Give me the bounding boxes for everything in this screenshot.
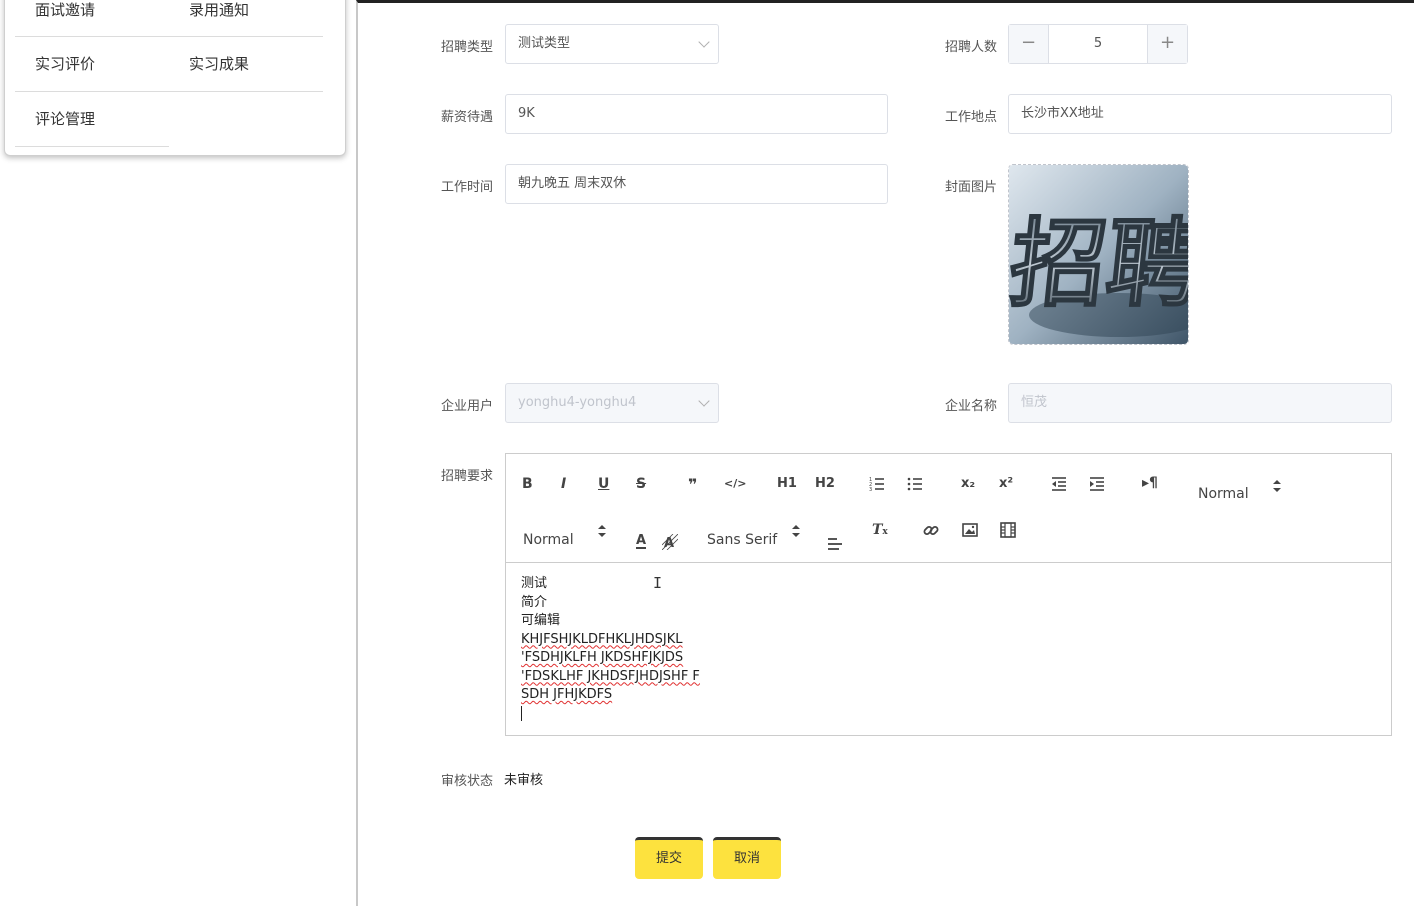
recruit-count-label: 招聘人数 — [944, 40, 997, 55]
chevron-down-icon — [698, 395, 710, 407]
editor-line: 简介 — [521, 594, 548, 610]
outdent-icon[interactable] — [1051, 476, 1067, 492]
location-label: 工作地点 — [944, 110, 997, 125]
editor-toolbar: B I U S ❞ </> H1 H2 123 x₂ x² ▸¶ Normal … — [506, 454, 1391, 563]
menu-item-internship-result[interactable]: 实习成果 — [189, 53, 249, 74]
bullet-list-icon[interactable] — [907, 476, 923, 492]
bold-button[interactable]: B — [522, 476, 533, 492]
editor-line: KHJFSHJKLDFHKLJHDSJKL — [521, 631, 683, 647]
font-select-arrows-icon — [792, 524, 800, 538]
video-icon[interactable] — [1000, 522, 1016, 538]
background-color-icon[interactable]: A — [662, 534, 678, 550]
text-caret — [521, 705, 522, 721]
submit-button[interactable]: 提交 — [635, 837, 703, 879]
h1-button[interactable]: H1 — [777, 476, 797, 491]
size-select[interactable]: Normal — [523, 532, 574, 548]
ibeam-cursor-icon: I — [653, 574, 663, 592]
pilcrow-icon: ¶ — [1149, 475, 1158, 491]
company-name-input: 恒茂 — [1008, 383, 1392, 423]
audit-label: 审核状态 — [440, 774, 493, 789]
decrement-button[interactable]: − — [1009, 25, 1049, 63]
increment-button[interactable]: + — [1147, 25, 1187, 63]
menu-divider — [15, 91, 323, 92]
h2-button[interactable]: H2 — [815, 476, 835, 491]
salary-input[interactable]: 9K — [505, 94, 888, 134]
header-select[interactable]: Normal — [1198, 486, 1249, 502]
menu-item-offer-notice[interactable]: 录用通知 — [189, 0, 249, 20]
menu-divider — [15, 36, 323, 37]
text-color-button[interactable]: A — [636, 534, 647, 549]
work-time-input[interactable]: 朝九晚五 周末双休 — [505, 164, 888, 204]
header-select-arrows-icon — [1273, 479, 1281, 493]
cover-label: 封面图片 — [944, 180, 997, 195]
size-select-arrows-icon — [598, 524, 606, 538]
font-select[interactable]: Sans Serif — [707, 532, 777, 548]
rich-text-editor: B I U S ❞ </> H1 H2 123 x₂ x² ▸¶ Normal … — [505, 453, 1392, 736]
editor-content[interactable]: 测试 简介 可编辑 KHJFSHJKLDFHKLJHDSJKL 'FSDHJKL… — [521, 575, 700, 723]
company-user-select: yonghu4-yonghu4 — [505, 383, 719, 423]
editor-line: 测试 — [521, 576, 548, 591]
editor-line: 可编辑 — [521, 613, 561, 628]
editor-line: 'FDSKLHF JKHDSFJHDJSHF F — [521, 668, 700, 684]
location-input[interactable]: 长沙市XX地址 — [1008, 94, 1392, 134]
menu-item-internship-review[interactable]: 实习评价 — [35, 53, 95, 74]
text-direction-button[interactable]: ▸¶ — [1142, 475, 1158, 491]
italic-button[interactable]: I — [561, 476, 566, 492]
code-button[interactable]: </> — [724, 477, 746, 490]
cover-image: 招聘 — [1009, 165, 1189, 344]
strike-button[interactable]: S — [636, 476, 646, 492]
menu-item-comment-manage[interactable]: 评论管理 — [35, 108, 95, 129]
recruit-type-label: 招聘类型 — [440, 40, 493, 55]
company-user-value: yonghu4-yonghu4 — [518, 395, 637, 410]
ordered-list-icon[interactable]: 123 — [869, 476, 885, 492]
subscript-button[interactable]: x₂ — [961, 476, 975, 491]
cover-image-text: 招聘 — [1009, 208, 1189, 320]
link-icon[interactable] — [923, 522, 939, 538]
work-time-label: 工作时间 — [440, 180, 493, 195]
menu-item-interview-invite[interactable]: 面试邀请 — [35, 0, 95, 20]
indent-icon[interactable] — [1089, 476, 1105, 492]
audit-status-value: 未审核 — [504, 773, 544, 788]
recruit-type-value: 测试类型 — [518, 36, 571, 51]
align-left-icon[interactable] — [827, 534, 843, 550]
dropdown-menu-panel: 面试邀请 录用通知 实习评价 实习成果 评论管理 — [4, 0, 346, 156]
svg-text:3: 3 — [869, 487, 872, 492]
cancel-button[interactable]: 取消 — [713, 837, 781, 879]
requirements-label: 招聘要求 — [440, 469, 493, 484]
underline-button[interactable]: U — [598, 476, 609, 492]
recruit-count-value[interactable]: 5 — [1049, 25, 1147, 63]
image-icon[interactable] — [962, 522, 978, 538]
chevron-down-icon — [698, 36, 710, 48]
company-user-label: 企业用户 — [440, 399, 493, 414]
clear-format-letter: T — [872, 522, 883, 538]
clear-format-button[interactable]: Tx — [872, 522, 888, 538]
company-name-label: 企业名称 — [944, 399, 997, 414]
menu-divider — [15, 146, 169, 147]
cover-image-upload[interactable]: 招聘 — [1008, 164, 1189, 345]
superscript-button[interactable]: x² — [999, 476, 1013, 491]
salary-label: 薪资待遇 — [440, 110, 493, 125]
blockquote-button[interactable]: ❞ — [688, 475, 697, 494]
recruit-count-stepper: − 5 + — [1008, 24, 1188, 64]
recruit-type-select[interactable]: 测试类型 — [505, 24, 719, 64]
editor-line: SDH JFHJKDFS — [521, 687, 613, 702]
editor-line: 'FSDHJKLFH JKDSHFJKJDS — [521, 650, 684, 665]
